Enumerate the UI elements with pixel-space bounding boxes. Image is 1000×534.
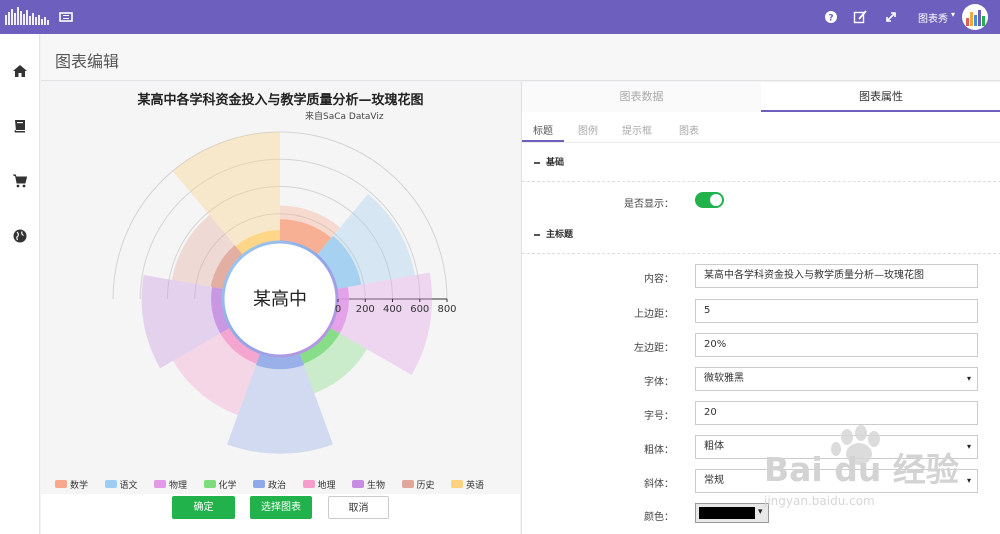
bold-label: 粗体： — [644, 445, 674, 456]
logo-icon[interactable] — [5, 7, 51, 25]
sub-tab-title[interactable]: 标题 — [533, 122, 553, 137]
italic-value: 常规 — [704, 475, 724, 486]
bold-value: 粗体 — [704, 441, 724, 452]
content-label: 内容： — [644, 274, 674, 285]
font-size-label: 字号： — [644, 411, 674, 422]
divider — [522, 253, 1000, 254]
legend-swatch — [203, 480, 216, 488]
properties-panel: 图表数据 图表属性 标题 图例 提示框 图表 基础 是否显示： 主标题 内容： … — [521, 82, 1000, 534]
tick-label: 600 — [410, 304, 429, 315]
toggle-knob — [710, 194, 722, 206]
section-basic-label: 基础 — [546, 158, 565, 168]
help-icon[interactable]: ? — [823, 9, 839, 25]
font-select[interactable]: 微软雅黑 ▾ — [695, 367, 978, 391]
show-label: 是否显示： — [624, 199, 674, 210]
page-title: 图表编辑 — [55, 52, 120, 71]
tick-label: 200 — [356, 304, 375, 315]
bold-select[interactable]: 粗体 ▾ — [695, 435, 978, 459]
avatar-chart-icon — [966, 10, 985, 26]
home-icon[interactable] — [11, 62, 29, 80]
chevron-down-icon: ▾ — [758, 507, 763, 517]
tab-chart-data[interactable]: 图表数据 — [522, 82, 761, 112]
italic-select[interactable]: 常规 ▾ — [695, 469, 978, 493]
rose-chart: 某高中 0 200 400 600 800 — [112, 131, 457, 454]
tab-chart-props[interactable]: 图表属性 — [761, 82, 1000, 112]
cart-icon[interactable] — [11, 172, 29, 190]
tick-label: 800 — [437, 304, 456, 315]
legend-swatch — [154, 480, 166, 488]
collapse-icon — [534, 161, 540, 164]
legend-swatch — [401, 480, 414, 488]
sub-tab-tooltip[interactable]: 提示框 — [622, 122, 652, 137]
legend-swatch — [352, 480, 364, 488]
legend-label: 英语 — [466, 481, 485, 491]
legend-label: 历史 — [416, 481, 435, 491]
divider — [522, 181, 1000, 182]
book-icon[interactable] — [11, 117, 29, 135]
left-margin-input[interactable]: 20% — [695, 333, 978, 357]
color-label: 颜色： — [644, 512, 674, 523]
side-nav — [0, 34, 40, 534]
menu-toggle-icon[interactable] — [58, 9, 74, 25]
avatar[interactable] — [962, 4, 988, 30]
legend-swatch — [253, 480, 265, 488]
edit-icon[interactable] — [852, 9, 868, 25]
legend-label: 政治 — [268, 481, 287, 491]
page-header: 图表编辑 — [41, 34, 1000, 81]
legend-swatch — [55, 480, 67, 488]
font-label: 字体： — [644, 377, 674, 388]
legend-swatch — [451, 480, 463, 488]
svg-text:?: ? — [828, 14, 833, 24]
legend-swatch — [104, 480, 117, 488]
chart-subtitle: 来自SaCa DataViz — [305, 112, 384, 122]
user-menu-caret-icon[interactable]: ▾ — [951, 10, 955, 19]
tick-label: 0 — [335, 304, 341, 315]
color-picker[interactable]: ▾ — [695, 503, 769, 523]
legend-label: 化学 — [218, 481, 237, 491]
legend-label: 数学 — [70, 481, 89, 491]
legend-label: 语文 — [119, 481, 138, 491]
tick-label: 400 — [383, 304, 402, 315]
confirm-button[interactable]: 确定 — [172, 496, 235, 519]
sub-tabs: 标题 图例 提示框 图表 — [522, 113, 1000, 143]
select-chart-button[interactable]: 选择图表 — [250, 496, 312, 519]
chevron-down-icon: ▾ — [966, 442, 971, 451]
top-bar: ? 图表秀 ▾ — [0, 0, 1000, 34]
chevron-down-icon: ▾ — [966, 374, 971, 383]
chart-area: 某高中 0 200 400 600 800 某高中各学科资金投入与教学质量分析—玫瑰花图 … — [41, 82, 520, 494]
top-margin-input[interactable]: 5 — [695, 299, 978, 323]
globe-icon[interactable] — [11, 227, 29, 245]
legend-label: 生物 — [367, 481, 386, 491]
fullscreen-icon[interactable] — [883, 9, 899, 25]
left-margin-label: 左边距： — [634, 343, 674, 354]
show-toggle[interactable] — [695, 192, 724, 208]
collapse-icon — [534, 233, 540, 236]
chart-panel: 某高中 0 200 400 600 800 某高中各学科资金投入与教学质量分析—玫瑰花图 … — [41, 82, 520, 534]
cancel-button[interactable]: 取消 — [328, 496, 389, 519]
font-size-input[interactable]: 20 — [695, 401, 978, 425]
center-label: 某高中 — [253, 289, 307, 310]
sub-tab-legend[interactable]: 图例 — [578, 122, 598, 137]
color-swatch — [699, 507, 755, 519]
chevron-down-icon: ▾ — [966, 476, 971, 485]
font-value: 微软雅黑 — [704, 373, 744, 384]
section-main-title[interactable]: 主标题 — [534, 227, 573, 240]
legend-label: 地理 — [317, 481, 336, 491]
sub-tab-indicator — [522, 140, 564, 142]
section-main-title-label: 主标题 — [546, 230, 574, 240]
user-name[interactable]: 图表秀 — [918, 10, 948, 25]
legend-label: 物理 — [169, 481, 188, 491]
section-basic[interactable]: 基础 — [534, 155, 564, 168]
sub-tab-chart[interactable]: 图表 — [679, 122, 699, 137]
legend-swatch — [302, 480, 315, 488]
content-input[interactable]: 某高中各学科资金投入与教学质量分析—玫瑰花图 — [695, 264, 978, 288]
italic-label: 斜体： — [644, 479, 674, 490]
top-margin-label: 上边距： — [634, 309, 674, 320]
chart-title: 某高中各学科资金投入与教学质量分析—玫瑰花图 — [137, 93, 424, 108]
